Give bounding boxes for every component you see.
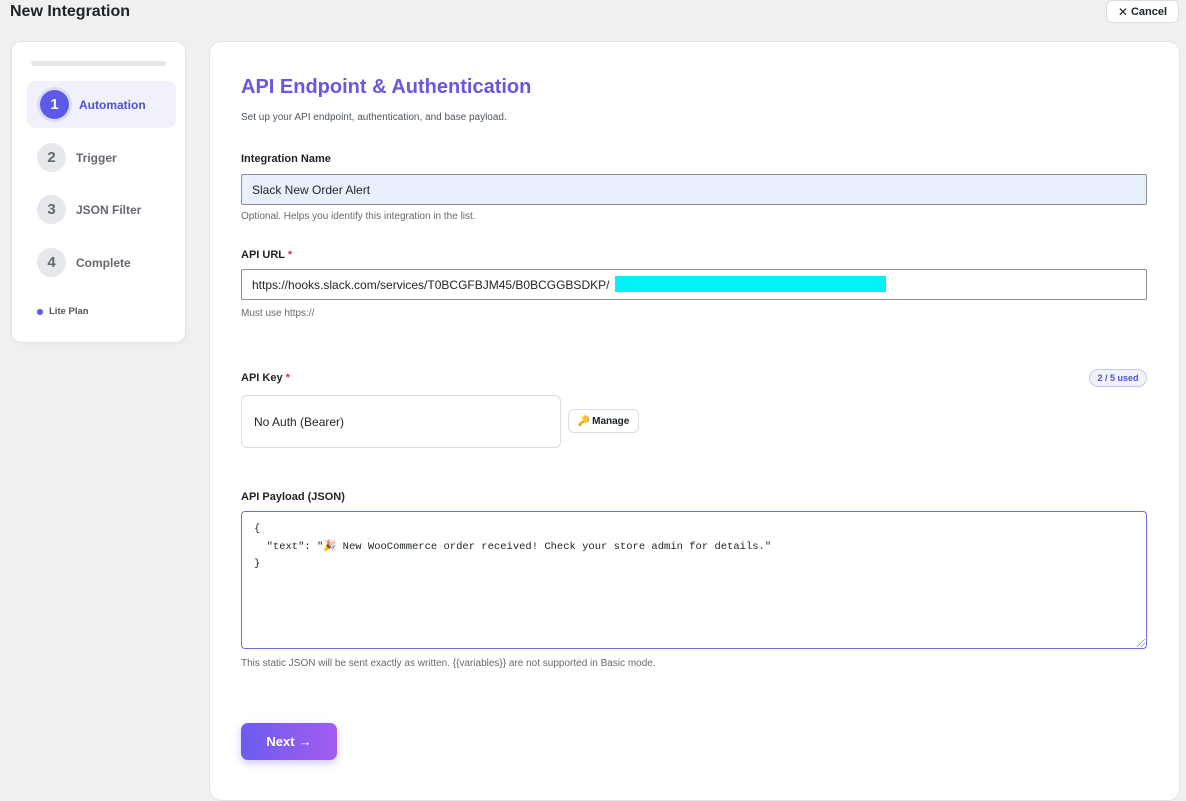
plan-dot-icon: [37, 308, 43, 315]
api-url-help: Must use https://: [241, 308, 315, 319]
step-label: Automation: [79, 97, 146, 112]
main-card: API Endpoint & Authentication Set up you…: [209, 41, 1180, 801]
page-title: New Integration: [10, 3, 131, 20]
key-icon: 🔑: [577, 415, 591, 427]
api-payload-label: API Payload (JSON): [241, 491, 345, 503]
cancel-label: Cancel: [1130, 5, 1168, 18]
api-url-label-text: API URL: [241, 249, 285, 261]
close-icon: ✕: [1117, 4, 1128, 19]
step-number: 2: [37, 143, 66, 172]
required-mark: *: [285, 372, 290, 384]
api-key-select[interactable]: No Auth (Bearer): [241, 395, 561, 448]
next-button[interactable]: Next →: [241, 723, 337, 760]
step-automation[interactable]: 1 Automation: [27, 81, 176, 128]
step-number: 4: [37, 248, 66, 277]
cancel-button[interactable]: ✕ Cancel: [1106, 0, 1179, 23]
manage-label: Manage: [592, 415, 630, 427]
step-json-filter[interactable]: 3 JSON Filter: [27, 186, 176, 233]
manage-keys-button[interactable]: 🔑 Manage: [568, 409, 639, 433]
api-key-selected-value: No Auth (Bearer): [254, 414, 345, 429]
step-trigger[interactable]: 2 Trigger: [27, 134, 176, 181]
api-payload-help: This static JSON will be sent exactly as…: [241, 658, 656, 669]
key-usage-badge: 2 / 5 used: [1089, 369, 1147, 387]
required-mark: *: [287, 249, 293, 261]
step-label: Complete: [76, 255, 131, 270]
api-payload-textarea[interactable]: { "text": "🎉 New WooCommerce order recei…: [241, 511, 1147, 649]
integration-name-input[interactable]: [241, 174, 1147, 205]
step-number: 1: [40, 90, 69, 119]
plan-label: Lite Plan: [49, 306, 89, 317]
redaction-overlay: [615, 276, 886, 292]
step-label: Trigger: [76, 150, 117, 165]
resize-handle-icon[interactable]: [1137, 639, 1145, 647]
step-label: JSON Filter: [76, 202, 142, 217]
api-key-label: API Key *: [241, 372, 290, 384]
progress-bar: [31, 61, 166, 66]
step-sidebar: 1 Automation 2 Trigger 3 JSON Filter 4 C…: [11, 41, 186, 343]
arrow-right-icon: →: [298, 734, 312, 749]
plan-indicator: Lite Plan: [37, 306, 89, 317]
integration-name-help: Optional. Helps you identify this integr…: [241, 211, 476, 222]
api-key-label-text: API Key: [241, 372, 283, 384]
next-label: Next: [266, 734, 295, 749]
step-number: 3: [37, 195, 66, 224]
section-subtitle: Set up your API endpoint, authentication…: [241, 112, 507, 123]
integration-name-label: Integration Name: [241, 153, 331, 165]
section-title: API Endpoint & Authentication: [241, 76, 532, 98]
step-complete[interactable]: 4 Complete: [27, 239, 176, 286]
api-url-label: API URL *: [241, 249, 292, 261]
